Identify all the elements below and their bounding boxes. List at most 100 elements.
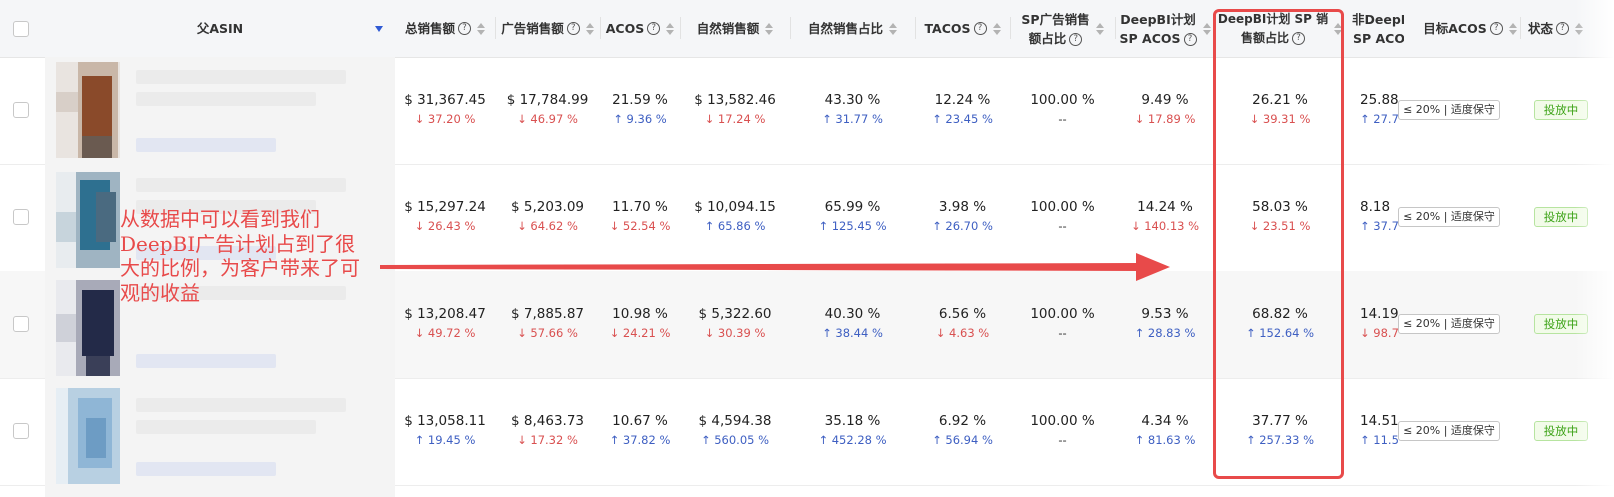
sort-icon[interactable] bbox=[666, 22, 675, 35]
arrow-head bbox=[1136, 253, 1170, 281]
header-ad-sales[interactable]: 广告销售额? bbox=[495, 0, 600, 57]
cell-change: -- bbox=[1010, 110, 1115, 128]
change-value: 125.45 % bbox=[831, 219, 887, 233]
product-thumbnail[interactable] bbox=[56, 280, 120, 376]
sort-icon[interactable] bbox=[889, 22, 897, 35]
sort-icon[interactable] bbox=[992, 22, 1001, 35]
change-value: 37.7 bbox=[1373, 219, 1399, 233]
cell-value: 21.59 % bbox=[612, 92, 668, 108]
sp-ad-ratio-cell: 100.00 % -- bbox=[1010, 197, 1115, 235]
acos-cell: 21.59 % ↑ 9.36 % bbox=[600, 90, 680, 128]
change-value: -- bbox=[1058, 219, 1067, 233]
select-all-checkbox[interactable] bbox=[13, 21, 29, 37]
cell-change: ↑ 23.45 % bbox=[915, 110, 1010, 128]
chevron-down-icon[interactable] bbox=[375, 26, 383, 32]
target-acos-tag[interactable]: ≤ 20% | 适度保守 bbox=[1398, 314, 1500, 334]
sort-icon[interactable] bbox=[585, 22, 594, 35]
cell-value: 3.98 % bbox=[938, 199, 987, 215]
cell-value: $ 31,367.45 bbox=[404, 92, 486, 108]
row-checkbox[interactable] bbox=[13, 102, 29, 118]
arrow-down-icon: ↓ bbox=[517, 219, 531, 233]
product-thumbnail[interactable] bbox=[56, 172, 120, 268]
change-value: -- bbox=[1058, 326, 1067, 340]
sort-icon[interactable] bbox=[1202, 22, 1211, 35]
change-value: 52.54 % bbox=[622, 219, 671, 233]
help-icon[interactable]: ? bbox=[973, 22, 987, 35]
arrow-shaft bbox=[380, 263, 1140, 271]
sort-icon[interactable] bbox=[765, 22, 774, 35]
target-acos-tag[interactable]: ≤ 20% | 适度保守 bbox=[1398, 100, 1500, 120]
asin-link-blurred[interactable] bbox=[136, 354, 276, 368]
help-icon[interactable]: ? bbox=[1183, 32, 1197, 46]
cell-value: $ 10,094.15 bbox=[694, 199, 776, 215]
header-acos[interactable]: ACOS? bbox=[600, 0, 680, 57]
help-icon[interactable]: ? bbox=[1069, 32, 1083, 46]
change-value: 26.70 % bbox=[945, 219, 993, 233]
help-icon[interactable]: ? bbox=[1489, 22, 1503, 35]
cell-value: 100.00 % bbox=[1030, 199, 1095, 215]
change-value: 46.97 % bbox=[530, 112, 578, 126]
asin-link-blurred[interactable] bbox=[136, 138, 276, 152]
help-icon[interactable]: ? bbox=[458, 22, 471, 35]
product-thumbnail[interactable] bbox=[56, 388, 120, 484]
help-icon[interactable]: ? bbox=[647, 22, 661, 35]
sort-icon[interactable] bbox=[1508, 22, 1517, 35]
total-sales-cell: $ 13,058.11 ↑ 19.45 % bbox=[395, 411, 495, 449]
cell-value: 4.34 % bbox=[1141, 413, 1189, 429]
row-checkbox[interactable] bbox=[13, 209, 29, 225]
arrow-up-icon: ↑ bbox=[822, 112, 836, 126]
arrow-down-icon: ↓ bbox=[414, 219, 428, 233]
header-sp-ad-ratio[interactable]: SP广告销售 额占比? bbox=[1010, 0, 1115, 57]
arrow-down-icon: ↓ bbox=[517, 433, 531, 447]
cell-change: ↑ 56.94 % bbox=[915, 431, 1010, 449]
cell-change: ↑ 31.77 % bbox=[790, 110, 915, 128]
total-sales-cell: $ 31,367.45 ↓ 37.20 % bbox=[395, 90, 495, 128]
sort-icon[interactable] bbox=[1095, 22, 1104, 35]
natural-sales-cell: $ 4,594.38 ↑ 560.05 % bbox=[680, 411, 790, 449]
change-value: 140.13 % bbox=[1144, 219, 1200, 233]
target-acos-tag[interactable]: ≤ 20% | 适度保守 bbox=[1398, 421, 1500, 441]
header-target-acos[interactable]: 目标ACOS? bbox=[1420, 0, 1520, 57]
cell-value: 100.00 % bbox=[1030, 92, 1095, 108]
arrow-up-icon: ↑ bbox=[1360, 219, 1374, 233]
annotation-text: 从数据中可以看到我们DeepBI广告计划占到了很大的比例，为客户带来了可观的收益 bbox=[120, 207, 360, 305]
cell-change: ↑ 125.45 % bbox=[790, 217, 915, 235]
help-icon[interactable]: ? bbox=[1556, 22, 1570, 35]
cell-value: $ 13,058.11 bbox=[404, 413, 486, 429]
row-checkbox[interactable] bbox=[13, 423, 29, 439]
sort-icon[interactable] bbox=[477, 22, 485, 35]
header-non-deepbi-sp-acos[interactable]: 非DeepBISP ACOS bbox=[1352, 0, 1404, 57]
row-checkbox[interactable] bbox=[13, 316, 29, 332]
header-natural-ratio[interactable]: 自然销售占比 bbox=[790, 0, 915, 57]
cell-change: ↑ 38.44 % bbox=[790, 324, 915, 342]
header-parent-asin[interactable]: 父ASIN bbox=[45, 0, 395, 57]
arrow-down-icon: ↓ bbox=[1130, 219, 1145, 233]
deepbi-sp-acos-cell: 4.34 % ↑ 81.63 % bbox=[1115, 411, 1215, 449]
natural-sales-cell: $ 13,582.46 ↓ 17.24 % bbox=[680, 90, 790, 128]
arrow-up-icon: ↑ bbox=[613, 112, 627, 126]
cell-change: ↑ 37.82 % bbox=[600, 431, 680, 449]
natural-ratio-cell: 43.30 % ↑ 31.77 % bbox=[790, 90, 915, 128]
non-deepbi-sp-acos-cell: 8.18 ↑ 37.7 bbox=[1360, 197, 1400, 235]
cell-change: ↑ 37.7 bbox=[1360, 217, 1400, 235]
asin-link-blurred[interactable] bbox=[136, 462, 276, 476]
arrow-down-icon: ↓ bbox=[414, 112, 428, 126]
deepbi-sp-acos-cell: 9.49 % ↓ 17.89 % bbox=[1115, 90, 1215, 128]
cell-change: ↓ 52.54 % bbox=[600, 217, 680, 235]
change-value: 38.44 % bbox=[835, 326, 883, 340]
cell-change: ↓ 17.32 % bbox=[495, 431, 600, 449]
arrow-up-icon: ↑ bbox=[932, 112, 946, 126]
arrow-down-icon: ↓ bbox=[609, 219, 623, 233]
cell-change: ↑ 9.36 % bbox=[600, 110, 680, 128]
header-deepbi-sp-acos[interactable]: DeepBI计划 SP ACOS? bbox=[1115, 0, 1215, 57]
header-tacos[interactable]: TACOS? bbox=[915, 0, 1010, 57]
cell-value: 6.56 % bbox=[938, 306, 987, 322]
product-thumbnail[interactable] bbox=[56, 62, 120, 158]
change-value: 27.7 bbox=[1373, 112, 1399, 126]
cell-change: ↓ 24.21 % bbox=[600, 324, 680, 342]
header-natural-sales[interactable]: 自然销售额 bbox=[680, 0, 790, 57]
cell-value: $ 5,322.60 bbox=[698, 306, 772, 322]
target-acos-tag[interactable]: ≤ 20% | 适度保守 bbox=[1398, 207, 1500, 227]
header-total-sales[interactable]: 总销售额? bbox=[395, 0, 495, 57]
help-icon[interactable]: ? bbox=[566, 22, 580, 35]
